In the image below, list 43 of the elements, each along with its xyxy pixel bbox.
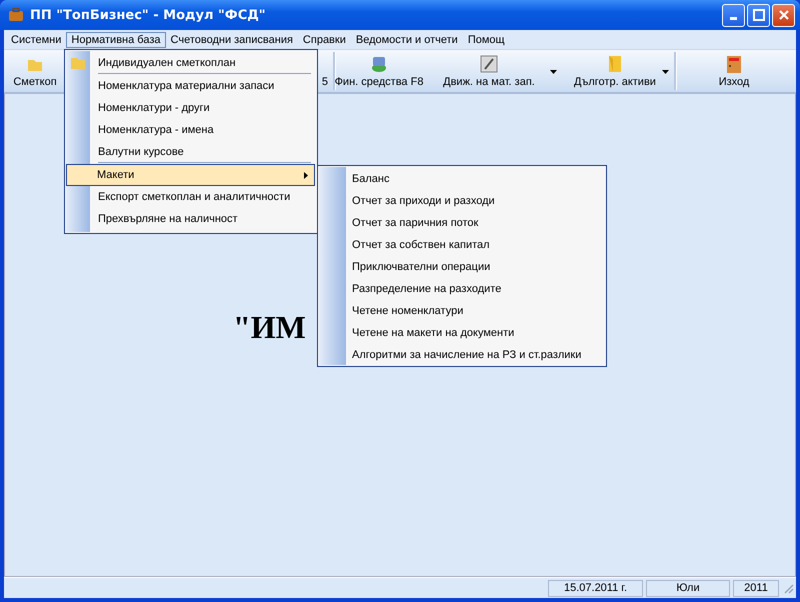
menu-item[interactable]: Ведомости и отчети — [350, 32, 463, 48]
submenu-arrow-icon — [304, 172, 308, 179]
menu-item[interactable]: Справки — [298, 32, 351, 48]
toolbar-button[interactable]: Сметкоп — [4, 50, 66, 92]
resize-grip-icon — [782, 582, 794, 594]
maximize-button[interactable] — [747, 4, 770, 26]
menu-option[interactable]: Номенклатура - имена — [67, 119, 315, 141]
menu-option[interactable]: Четене на макети на документи — [320, 322, 604, 344]
folder-icon — [606, 55, 624, 73]
briefcase-icon — [8, 8, 24, 22]
menu-option[interactable]: Отчет за приходи и разходи — [320, 190, 604, 212]
toolbar-button[interactable]: Дълготр. активи — [559, 50, 671, 92]
menu-item[interactable]: Системни — [6, 32, 66, 48]
door-icon — [726, 55, 742, 73]
menu-option[interactable]: Валутни курсове — [67, 141, 315, 164]
menu-option[interactable]: Номенклатури - други — [67, 97, 315, 119]
menu-option[interactable]: Отчет за собствен капитал — [320, 234, 604, 256]
menu-option[interactable]: Алгоритми за начисление на РЗ и ст.разлики — [320, 344, 604, 366]
document-icon — [480, 55, 498, 73]
menu-item[interactable]: Помощ — [462, 32, 510, 48]
status-panel: 15.07.2011 г. — [548, 580, 643, 596]
window-title: ПП "ТопБизнес" - Модул "ФСД" — [30, 8, 267, 22]
menu-option[interactable]: Разпределение на разходите — [320, 278, 604, 300]
menu-option[interactable]: Четене номенклатури — [320, 300, 604, 322]
menu-option[interactable]: Баланс — [320, 168, 604, 190]
menu-option[interactable]: Експорт сметкоплан и аналитичности — [67, 186, 315, 208]
minimize-button[interactable] — [722, 4, 745, 26]
menu-option[interactable]: Приключвателни операции — [320, 256, 604, 278]
status-panel: 2011 — [733, 580, 779, 596]
toolbar-button[interactable]: Изход — [680, 50, 788, 92]
menu-option[interactable]: Отчет за паричния поток — [320, 212, 604, 234]
company-name-text: "ИМ — [233, 309, 306, 346]
menu-option[interactable]: Прехвърляне на наличност — [67, 208, 315, 230]
close-button[interactable] — [772, 4, 795, 26]
dropdown-arrow-icon — [550, 70, 557, 74]
menu-option[interactable]: Макети — [66, 164, 315, 186]
dropdown-arrow-icon — [662, 70, 669, 74]
maximize-icon — [752, 9, 764, 21]
minimize-icon — [730, 16, 737, 20]
status-panel: Юли — [646, 580, 730, 596]
menu-item[interactable]: Счетоводни записвания — [166, 32, 298, 48]
close-icon — [778, 9, 790, 21]
menu-item[interactable]: Нормативна база — [66, 32, 166, 48]
